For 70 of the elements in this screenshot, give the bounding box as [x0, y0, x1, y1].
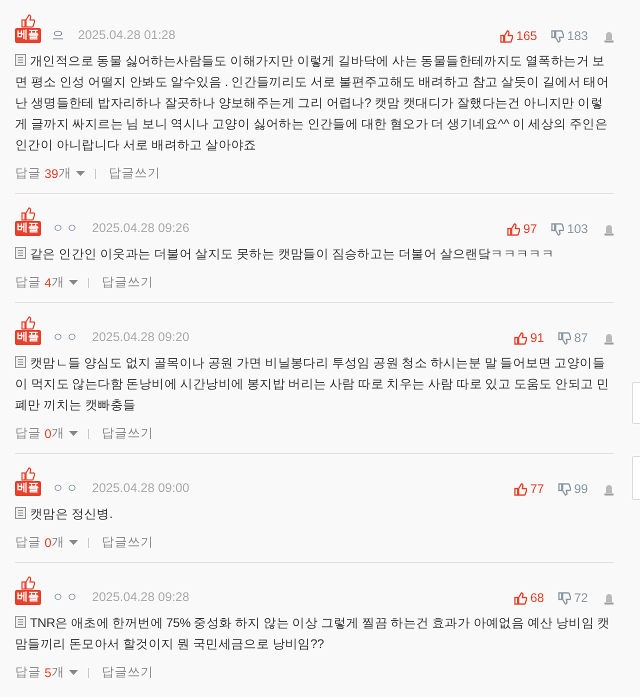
- like-button[interactable]: 97: [507, 222, 538, 236]
- thumbs-down-icon: [558, 482, 572, 496]
- write-reply-link[interactable]: 답글쓰기: [101, 425, 154, 442]
- thumbs-down-icon: [551, 222, 564, 236]
- thumbs-up-icon: [514, 332, 528, 344]
- report-icon[interactable]: [604, 333, 614, 345]
- comment-text: 캣맘ㄴ들 양심도 없지 골목이나 공원 가면 비닐봉다리 투성임 공원 청소 하시는분 말 들어보면 고양이들이 먹지도 않는다함 돈낭비에 시간낭비에 봉지밥 버리는 사람 따로 치우는 사람 따로 있고 도움도 안되고 민폐만 끼치는 캣빠충들: [15, 355, 610, 414]
- comment-date: 2025.04.28 09:20: [92, 329, 190, 345]
- dislike-button[interactable]: 87: [558, 331, 588, 345]
- document-icon: [15, 356, 26, 368]
- report-icon[interactable]: [604, 224, 614, 236]
- author-name[interactable]: ㅇㅇ: [52, 480, 80, 496]
- thumbs-up-icon: [21, 467, 35, 481]
- thumbs-up-icon: [507, 222, 520, 236]
- thumbs-down-icon: [551, 30, 564, 42]
- comment-text: 캣맘은 정신병.: [15, 504, 614, 525]
- thumbs-up-icon: [514, 592, 528, 604]
- comment-text: TNR은 애초에 한꺼번에 75% 중성화 하지 않는 이상 그렇게 찔끔 하는건 효과가 아예없음 예산 낭비임 캣맘들끼리 돈모아서 할것이지 뭔 국민세금으로 낭비임??: [15, 615, 611, 653]
- caret-icon: [76, 171, 86, 176]
- replies-toggle[interactable]: 답글 0개: [15, 425, 78, 442]
- dislike-button[interactable]: 183: [551, 29, 588, 43]
- best-badge: 베플: [15, 28, 41, 43]
- thumbs-up-icon: [500, 30, 514, 42]
- thumbs-down-icon: [558, 332, 572, 344]
- author-name[interactable]: ㅇㅇ: [52, 220, 80, 236]
- document-icon: [15, 616, 26, 628]
- thumbs-up-icon: [21, 14, 35, 28]
- thumbs-up-icon: [21, 207, 35, 221]
- best-badge: 베플: [15, 590, 41, 605]
- thumbs-up-icon: [514, 482, 528, 496]
- thumbs-up-icon: [21, 316, 35, 330]
- comment-text: 같은 인간인 이웃과는 더불어 살지도 못하는 캣맘들이 짐승하고는 더불어 살으랜닼ㅋㅋㅋㅋㅋ: [15, 244, 614, 265]
- caret-icon: [69, 540, 78, 545]
- write-reply-link[interactable]: 답글쓰기: [101, 534, 154, 551]
- comment-date: 2025.04.28 09:26: [92, 220, 190, 236]
- document-icon: [15, 54, 26, 66]
- caret-icon: [69, 670, 78, 675]
- thumbs-up-icon: [21, 576, 35, 590]
- replies-toggle[interactable]: 답글 5개: [15, 664, 78, 681]
- best-badge: 베플: [15, 221, 41, 236]
- caret-icon: [69, 431, 78, 436]
- comment-date: 2025.04.28 09:00: [92, 480, 190, 496]
- write-reply-link[interactable]: 답글쓰기: [101, 664, 154, 681]
- report-icon[interactable]: [604, 484, 614, 496]
- like-button[interactable]: 91: [514, 331, 544, 345]
- comment-text: 개인적으로 동물 싫어하는사람들도 이해가지만 이렇게 길바닥에 사는 동물들한테까지도 열폭하는거 보면 평소 인성 어떨지 안봐도 알수있음 . 인간들끼리도 서로 불편주고해도 배려하고 참고 살듯이 길에서 태어난 생명들한테 밥자리하나 잘곳하나 양보해주는게 그리 어렵나? 캣맘 캣대디가 잘했다는건 아니지만 이렇게 글까지 싸지르는 님 보니 역시나 고양이 싫어하는 인간들에 대한 혐오가 더 생기네요^^ 이 세상의 주인은 인간이 아니랍니다 서로 배려하고 살아야죠: [15, 53, 610, 154]
- report-icon[interactable]: [604, 593, 614, 605]
- like-button[interactable]: 77: [514, 482, 544, 496]
- write-reply-link[interactable]: 답글쓰기: [108, 165, 160, 182]
- dislike-button[interactable]: 99: [558, 482, 588, 496]
- best-badge: 베플: [15, 481, 41, 496]
- like-button[interactable]: 165: [500, 29, 538, 43]
- thumbs-down-icon: [558, 592, 572, 604]
- report-icon[interactable]: [604, 31, 614, 43]
- author-name[interactable]: ㅇㅇ: [52, 329, 80, 345]
- comment-date: 2025.04.28 09:28: [92, 589, 190, 605]
- dislike-button[interactable]: 72: [558, 591, 588, 605]
- document-icon: [15, 507, 26, 519]
- comment-date: 2025.04.28 01:28: [78, 27, 176, 43]
- author-name[interactable]: 으: [52, 27, 66, 43]
- write-reply-link[interactable]: 답글쓰기: [101, 274, 154, 291]
- caret-icon: [69, 280, 78, 285]
- replies-toggle[interactable]: 답글 4개: [15, 274, 78, 291]
- dislike-button[interactable]: 103: [551, 222, 588, 236]
- replies-toggle[interactable]: 답글 0개: [15, 534, 78, 551]
- replies-toggle[interactable]: 답글 39개: [15, 165, 86, 182]
- document-icon: [15, 247, 26, 259]
- like-button[interactable]: 68: [514, 591, 544, 605]
- best-badge: 베플: [15, 330, 41, 345]
- author-name[interactable]: ㅇㅇ: [52, 589, 80, 605]
